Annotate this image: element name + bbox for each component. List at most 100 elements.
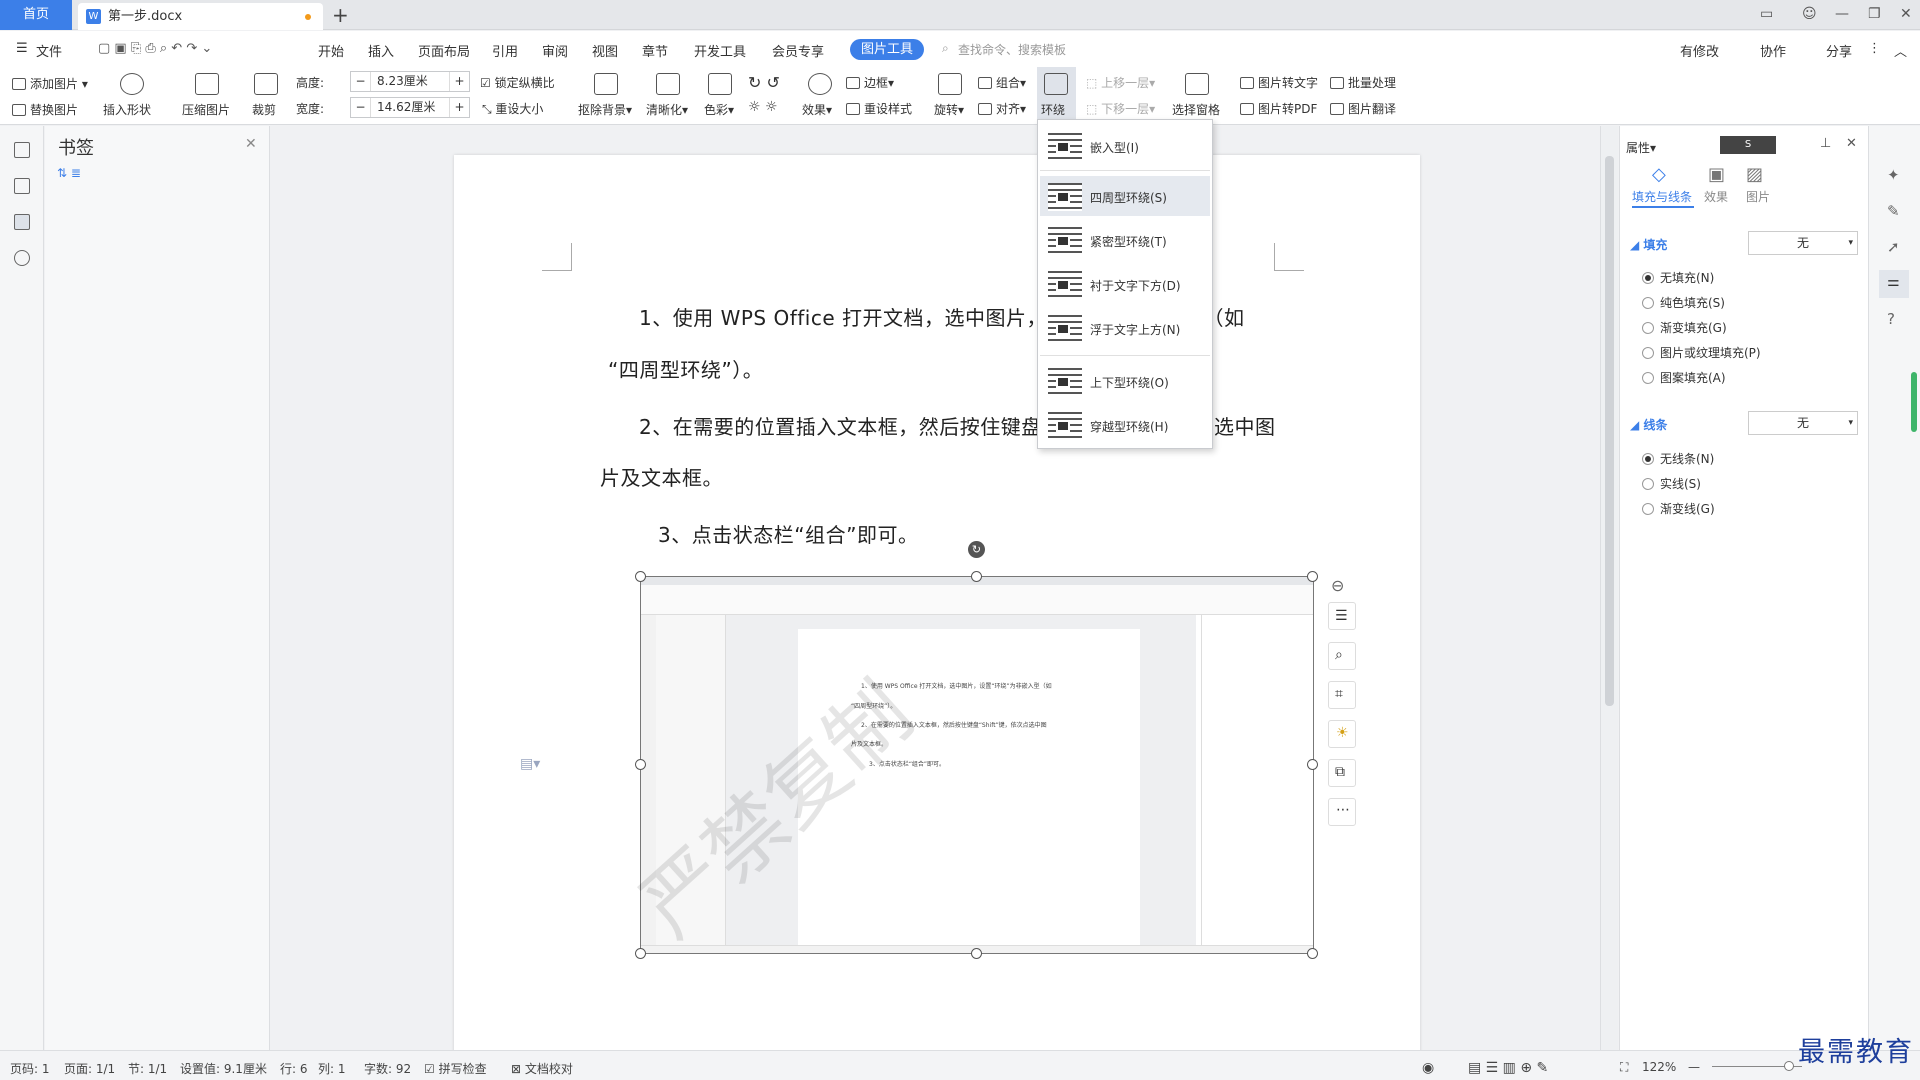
share-button[interactable]: 分享: [1826, 41, 1852, 60]
line-section-title[interactable]: ◢ 线条: [1630, 416, 1667, 433]
zoom-out-icon[interactable]: —: [1688, 1060, 1700, 1074]
menu-chapter[interactable]: 章节: [642, 41, 668, 60]
menu-vip[interactable]: 会员专享: [772, 41, 824, 60]
collapse-ribbon-icon[interactable]: ︿: [1894, 41, 1907, 60]
proofread-button[interactable]: ⊠ 文档校对: [511, 1060, 573, 1077]
brightness-icons[interactable]: ☼ ☼: [748, 99, 778, 115]
wrap-square-item[interactable]: 四周型环绕(S): [1040, 176, 1210, 216]
tab-document[interactable]: W 第一步.docx: [78, 3, 323, 30]
tab-effect[interactable]: 效果: [1704, 188, 1728, 205]
pic-translate-button[interactable]: 图片翻译: [1330, 100, 1396, 117]
line-none-radio[interactable]: 无线条(N): [1642, 450, 1714, 467]
minimize-icon[interactable]: —: [1835, 6, 1849, 22]
replace-picture-button[interactable]: 替换图片: [12, 101, 78, 118]
reset-size-button[interactable]: ⤡ 重设大小: [482, 100, 543, 117]
search-icon[interactable]: [14, 250, 30, 266]
menu-layout[interactable]: 页面布局: [418, 41, 470, 60]
wrap-inline-item[interactable]: 嵌入型(I): [1040, 126, 1210, 166]
menu-review[interactable]: 审阅: [542, 41, 568, 60]
compress-button[interactable]: 压缩图片: [182, 101, 230, 118]
add-picture-button[interactable]: 添加图片 ▾: [12, 75, 88, 92]
zoom-level[interactable]: 122%: [1642, 1060, 1676, 1074]
tab-home[interactable]: 首页: [0, 0, 72, 30]
properties-title[interactable]: 属性▾: [1626, 139, 1656, 156]
border-button[interactable]: 边框▾: [846, 74, 894, 91]
wrap-topbottom-item[interactable]: 上下型环绕(O): [1040, 361, 1210, 401]
effect-button[interactable]: 效果▾: [802, 101, 832, 118]
fill-none-radio[interactable]: 无填充(N): [1642, 269, 1714, 286]
lock-ratio-checkbox[interactable]: ☑ 锁定纵横比: [480, 74, 555, 91]
resize-handle-nw[interactable]: [635, 571, 646, 582]
menu-developer[interactable]: 开发工具: [694, 41, 746, 60]
smart-suggest-button[interactable]: ☀: [1328, 720, 1356, 748]
menu-references[interactable]: 引用: [492, 41, 518, 60]
resize-handle-e[interactable]: [1307, 759, 1318, 770]
fill-gradient-radio[interactable]: 渐变填充(G): [1642, 319, 1727, 336]
fit-page-icon[interactable]: ⛶: [1620, 1060, 1628, 1075]
layout-options-button[interactable]: ☰: [1328, 602, 1356, 630]
status-words[interactable]: 字数: 92: [364, 1060, 411, 1077]
view-mode-icons[interactable]: ▤ ☰ ▥ ⊕ ✎: [1468, 1060, 1548, 1076]
more-float-button[interactable]: ⋯: [1328, 798, 1356, 826]
restore-icon[interactable]: ❐: [1868, 6, 1881, 22]
pin-icon[interactable]: ⊥: [1820, 136, 1831, 151]
wrap-behind-item[interactable]: 衬于文字下方(D): [1040, 264, 1210, 304]
pic-to-text-button[interactable]: 图片转文字: [1240, 74, 1318, 91]
fill-solid-radio[interactable]: 纯色填充(S): [1642, 294, 1725, 311]
line-solid-radio[interactable]: 实线(S): [1642, 475, 1701, 492]
window-mode-icon[interactable]: ▭: [1760, 6, 1773, 22]
wrap-through-item[interactable]: 穿越型环绕(H): [1040, 405, 1210, 445]
line-select[interactable]: 无 ▾: [1748, 411, 1858, 435]
extract-text-button[interactable]: ⧉: [1328, 759, 1356, 787]
sharpen-button[interactable]: 清晰化▾: [646, 101, 688, 118]
send-backward-button[interactable]: ⬚ 下移一层▾: [1086, 100, 1155, 117]
menu-picture-tools[interactable]: 图片工具: [850, 39, 924, 60]
rotate-adjust-icons[interactable]: ↻ ↺: [748, 73, 780, 92]
reset-style-button[interactable]: 重设样式: [846, 100, 912, 117]
close-icon[interactable]: ✕: [1900, 6, 1912, 22]
style-icon[interactable]: ✦: [1887, 166, 1900, 184]
selection-pane-button[interactable]: 选择窗格: [1172, 101, 1220, 118]
fill-select[interactable]: 无 ▾: [1748, 231, 1858, 255]
resize-handle-ne[interactable]: [1307, 571, 1318, 582]
tab-picture[interactable]: 图片: [1746, 188, 1770, 205]
close-panel-icon[interactable]: ✕: [1846, 136, 1857, 151]
menu-insert[interactable]: 插入: [368, 41, 394, 60]
spell-check-button[interactable]: ☑ 拼写检查: [424, 1060, 487, 1077]
cursor-icon[interactable]: ➚: [1887, 238, 1900, 256]
batch-button[interactable]: 批量处理: [1330, 74, 1396, 91]
height-field[interactable]: −8.23厘米 +: [350, 71, 470, 92]
changes-button[interactable]: 有修改: [1680, 41, 1719, 60]
align-button[interactable]: 对齐▾: [978, 100, 1026, 117]
properties-toggle[interactable]: ⚌: [1879, 270, 1909, 298]
pen-icon[interactable]: ✎: [1887, 202, 1900, 220]
hamburger-icon[interactable]: ☰: [16, 41, 28, 56]
crop-float-button[interactable]: ⌗: [1328, 681, 1356, 709]
crop-button[interactable]: 裁剪: [252, 101, 276, 118]
fill-section-title[interactable]: ◢ 填充: [1630, 236, 1667, 253]
rotate-handle-icon[interactable]: ↻: [968, 541, 985, 558]
insert-shape-button[interactable]: 插入形状: [103, 101, 151, 118]
resize-handle-sw[interactable]: [635, 948, 646, 959]
more-icon[interactable]: ⋮: [1868, 41, 1881, 56]
vertical-scrollbar[interactable]: [1600, 126, 1618, 1050]
zoom-picture-button[interactable]: ⌕: [1328, 642, 1356, 670]
new-tab-button[interactable]: +: [332, 2, 349, 28]
rotate-button[interactable]: 旋转▾: [934, 101, 964, 118]
remove-bg-button[interactable]: 抠除背景▾: [578, 101, 632, 118]
outline-icon[interactable]: [14, 142, 30, 158]
color-button[interactable]: 色彩▾: [704, 101, 734, 118]
line-gradient-radio[interactable]: 渐变线(G): [1642, 500, 1715, 517]
wrap-tight-item[interactable]: 紧密型环绕(T): [1040, 220, 1210, 260]
paste-options-icon[interactable]: ▤▾: [520, 756, 540, 772]
menu-start[interactable]: 开始: [318, 41, 344, 60]
wrap-button[interactable]: 环绕: [1037, 67, 1076, 119]
close-panel-icon[interactable]: ✕: [245, 136, 257, 152]
zoom-out-float-icon[interactable]: ⊖: [1331, 576, 1344, 595]
resize-handle-w[interactable]: [635, 759, 646, 770]
eye-icon[interactable]: ◉: [1422, 1060, 1434, 1076]
help-icon[interactable]: ?: [1887, 310, 1895, 328]
width-field[interactable]: −14.62厘米 +: [350, 97, 470, 118]
resize-handle-se[interactable]: [1307, 948, 1318, 959]
avatar[interactable]: ☺: [1802, 6, 1817, 22]
